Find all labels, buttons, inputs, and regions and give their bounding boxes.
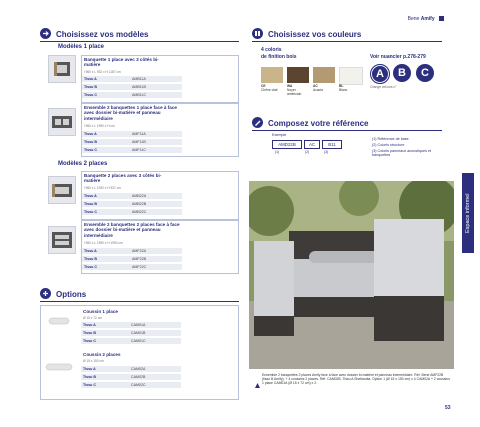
- product-card: Banquette 1 place avec 3 côtés bi-matièr…: [81, 55, 239, 103]
- two-seat-heading: Modèles 2 places: [58, 161, 108, 167]
- table-row: Tissu A CAM01A: [81, 322, 181, 329]
- photo-caption: Ensemble 2 banquettes 2 places Amify fac…: [262, 373, 450, 386]
- pencil-icon: [252, 117, 263, 128]
- extra-color-note: Orange velours n°: [370, 85, 397, 89]
- product-title: Ensemble 2 banquettes 2 places face à fa…: [84, 222, 180, 238]
- colors-section-title: Choisissez vos couleurs: [268, 30, 362, 39]
- product-card: Banquette 2 places avec 3 côtés bi-matiè…: [81, 171, 239, 220]
- fabric-c-badge: C: [416, 64, 434, 82]
- wood-finish-label: de finition bois: [261, 54, 297, 60]
- option-dimensions: Ø 15 x 72 cm: [83, 316, 102, 320]
- table-row: Tissu B CAM02B: [81, 374, 181, 381]
- product-title: Banquette 1 place avec 3 côtés bi-matièr…: [84, 57, 159, 68]
- product-title: Banquette 2 places avec 3 côtés bi-matiè…: [84, 173, 162, 184]
- side-tab-espace-informel[interactable]: Espace informel: [462, 173, 474, 253]
- brand-header: Bene Amify: [408, 16, 444, 22]
- product-dimensions: l 960 x L 1932 x H 937 cm: [84, 186, 121, 190]
- product-photo: [249, 181, 454, 369]
- ref-box-label: (2): [305, 150, 310, 154]
- wood-count-label: 4 coloris: [261, 47, 282, 53]
- swatch-bl: [339, 67, 363, 85]
- table-row: Tissu C CAM02C: [81, 382, 181, 389]
- legend-item: (2) Coloris structure: [372, 143, 405, 147]
- models-section-title: Choisissez vos modèles: [56, 30, 149, 39]
- table-row: Tissu B AMF11B: [82, 139, 182, 146]
- product-dimensions: l 960 x L 1990 x H 1990 cm: [84, 241, 123, 245]
- legend-item: (1) Référence de base: [372, 137, 409, 141]
- swatch-ce: [261, 67, 283, 83]
- divider: [40, 41, 239, 42]
- table-row: Tissu C AMB11C: [82, 92, 182, 99]
- nuancier-link[interactable]: Voir nuancier p.278-279: [370, 54, 426, 60]
- table-row: Tissu A AMB22A: [82, 193, 182, 200]
- table-row: Tissu B AMB11B: [82, 84, 182, 91]
- ref-box-label: (1): [275, 150, 280, 154]
- triangle-up-icon: [255, 375, 260, 388]
- table-row: Tissu A AMB11A: [82, 76, 182, 83]
- divider: [252, 130, 442, 131]
- table-row: Tissu C AMF22C: [82, 264, 182, 271]
- table-row: Tissu A AMF11A: [82, 131, 182, 138]
- product-card: Ensemble 2 banquettes 2 places face à fa…: [81, 220, 239, 274]
- product-image-banquette-face: [48, 108, 76, 136]
- table-row: Tissu A AMF22A: [82, 248, 182, 255]
- table-row: Tissu B AMB22B: [82, 201, 182, 208]
- option-title: Coussin 1 place: [83, 309, 118, 314]
- brand-prefix: Bene: [407, 16, 420, 22]
- ref-box-panels: B11: [322, 140, 342, 149]
- table-row: Tissu C AMB22C: [82, 209, 182, 216]
- product-image-banquette-2: [48, 176, 76, 204]
- arrow-right-icon: [40, 28, 51, 39]
- ref-box-structure: AC: [304, 140, 320, 149]
- fabric-b-badge: B: [393, 64, 411, 82]
- table-row: Tissu C AMF11C: [82, 147, 182, 154]
- options-section-title: Options: [56, 290, 87, 299]
- divider: [40, 301, 239, 302]
- legend-item: (3) Coloris panneaux acoustiques et banq…: [372, 149, 432, 158]
- brand-square-icon: [439, 16, 444, 22]
- product-title: Ensemble 2 banquettes 1 place face à fac…: [84, 105, 177, 121]
- option-title: Coussin 2 places: [83, 352, 121, 357]
- brand-name: Amify: [420, 16, 435, 22]
- plus-icon: [40, 288, 51, 299]
- product-dimensions: l 960 x L 1990 x H cm: [84, 124, 115, 128]
- product-image-banquette-2-face: [48, 226, 76, 254]
- product-card: Ensemble 2 banquettes 1 place face à fac…: [81, 103, 239, 157]
- table-row: Tissu B AMF22B: [82, 256, 182, 263]
- product-image-banquette-1: [48, 55, 76, 83]
- swatch-ac: [313, 67, 335, 83]
- page-number: 53: [445, 405, 451, 411]
- example-label: Exemple: [272, 133, 287, 137]
- divider: [252, 41, 442, 42]
- fabric-a-badge: A: [370, 64, 390, 84]
- product-dimensions: l 960 x L 932 x H 1187 cm: [84, 70, 121, 74]
- cushion-2-image: [45, 360, 73, 374]
- ref-box-base: AMD22B: [272, 140, 302, 149]
- palette-icon: [252, 28, 263, 39]
- swatch-name: Blanc: [339, 88, 348, 92]
- swatch-name: Chêne clair: [261, 88, 278, 92]
- table-row: Tissu A CAM02A: [81, 366, 181, 373]
- option-dimensions: Ø 15 x 150 cm: [83, 359, 104, 363]
- swatch-wa: [287, 67, 309, 83]
- swatch-name: Noyer américain: [287, 88, 302, 96]
- reference-section-title: Composez votre référence: [268, 119, 369, 128]
- one-seat-heading: Modèles 1 place: [58, 44, 105, 50]
- table-row: Tissu C CAM01C: [81, 338, 181, 345]
- cushion-1-image: [47, 314, 71, 328]
- table-row: Tissu B CAM01B: [81, 330, 181, 337]
- ref-box-label: (3): [324, 150, 329, 154]
- swatch-name: Acacia: [313, 88, 323, 92]
- fabric-letters: A B C: [370, 64, 434, 84]
